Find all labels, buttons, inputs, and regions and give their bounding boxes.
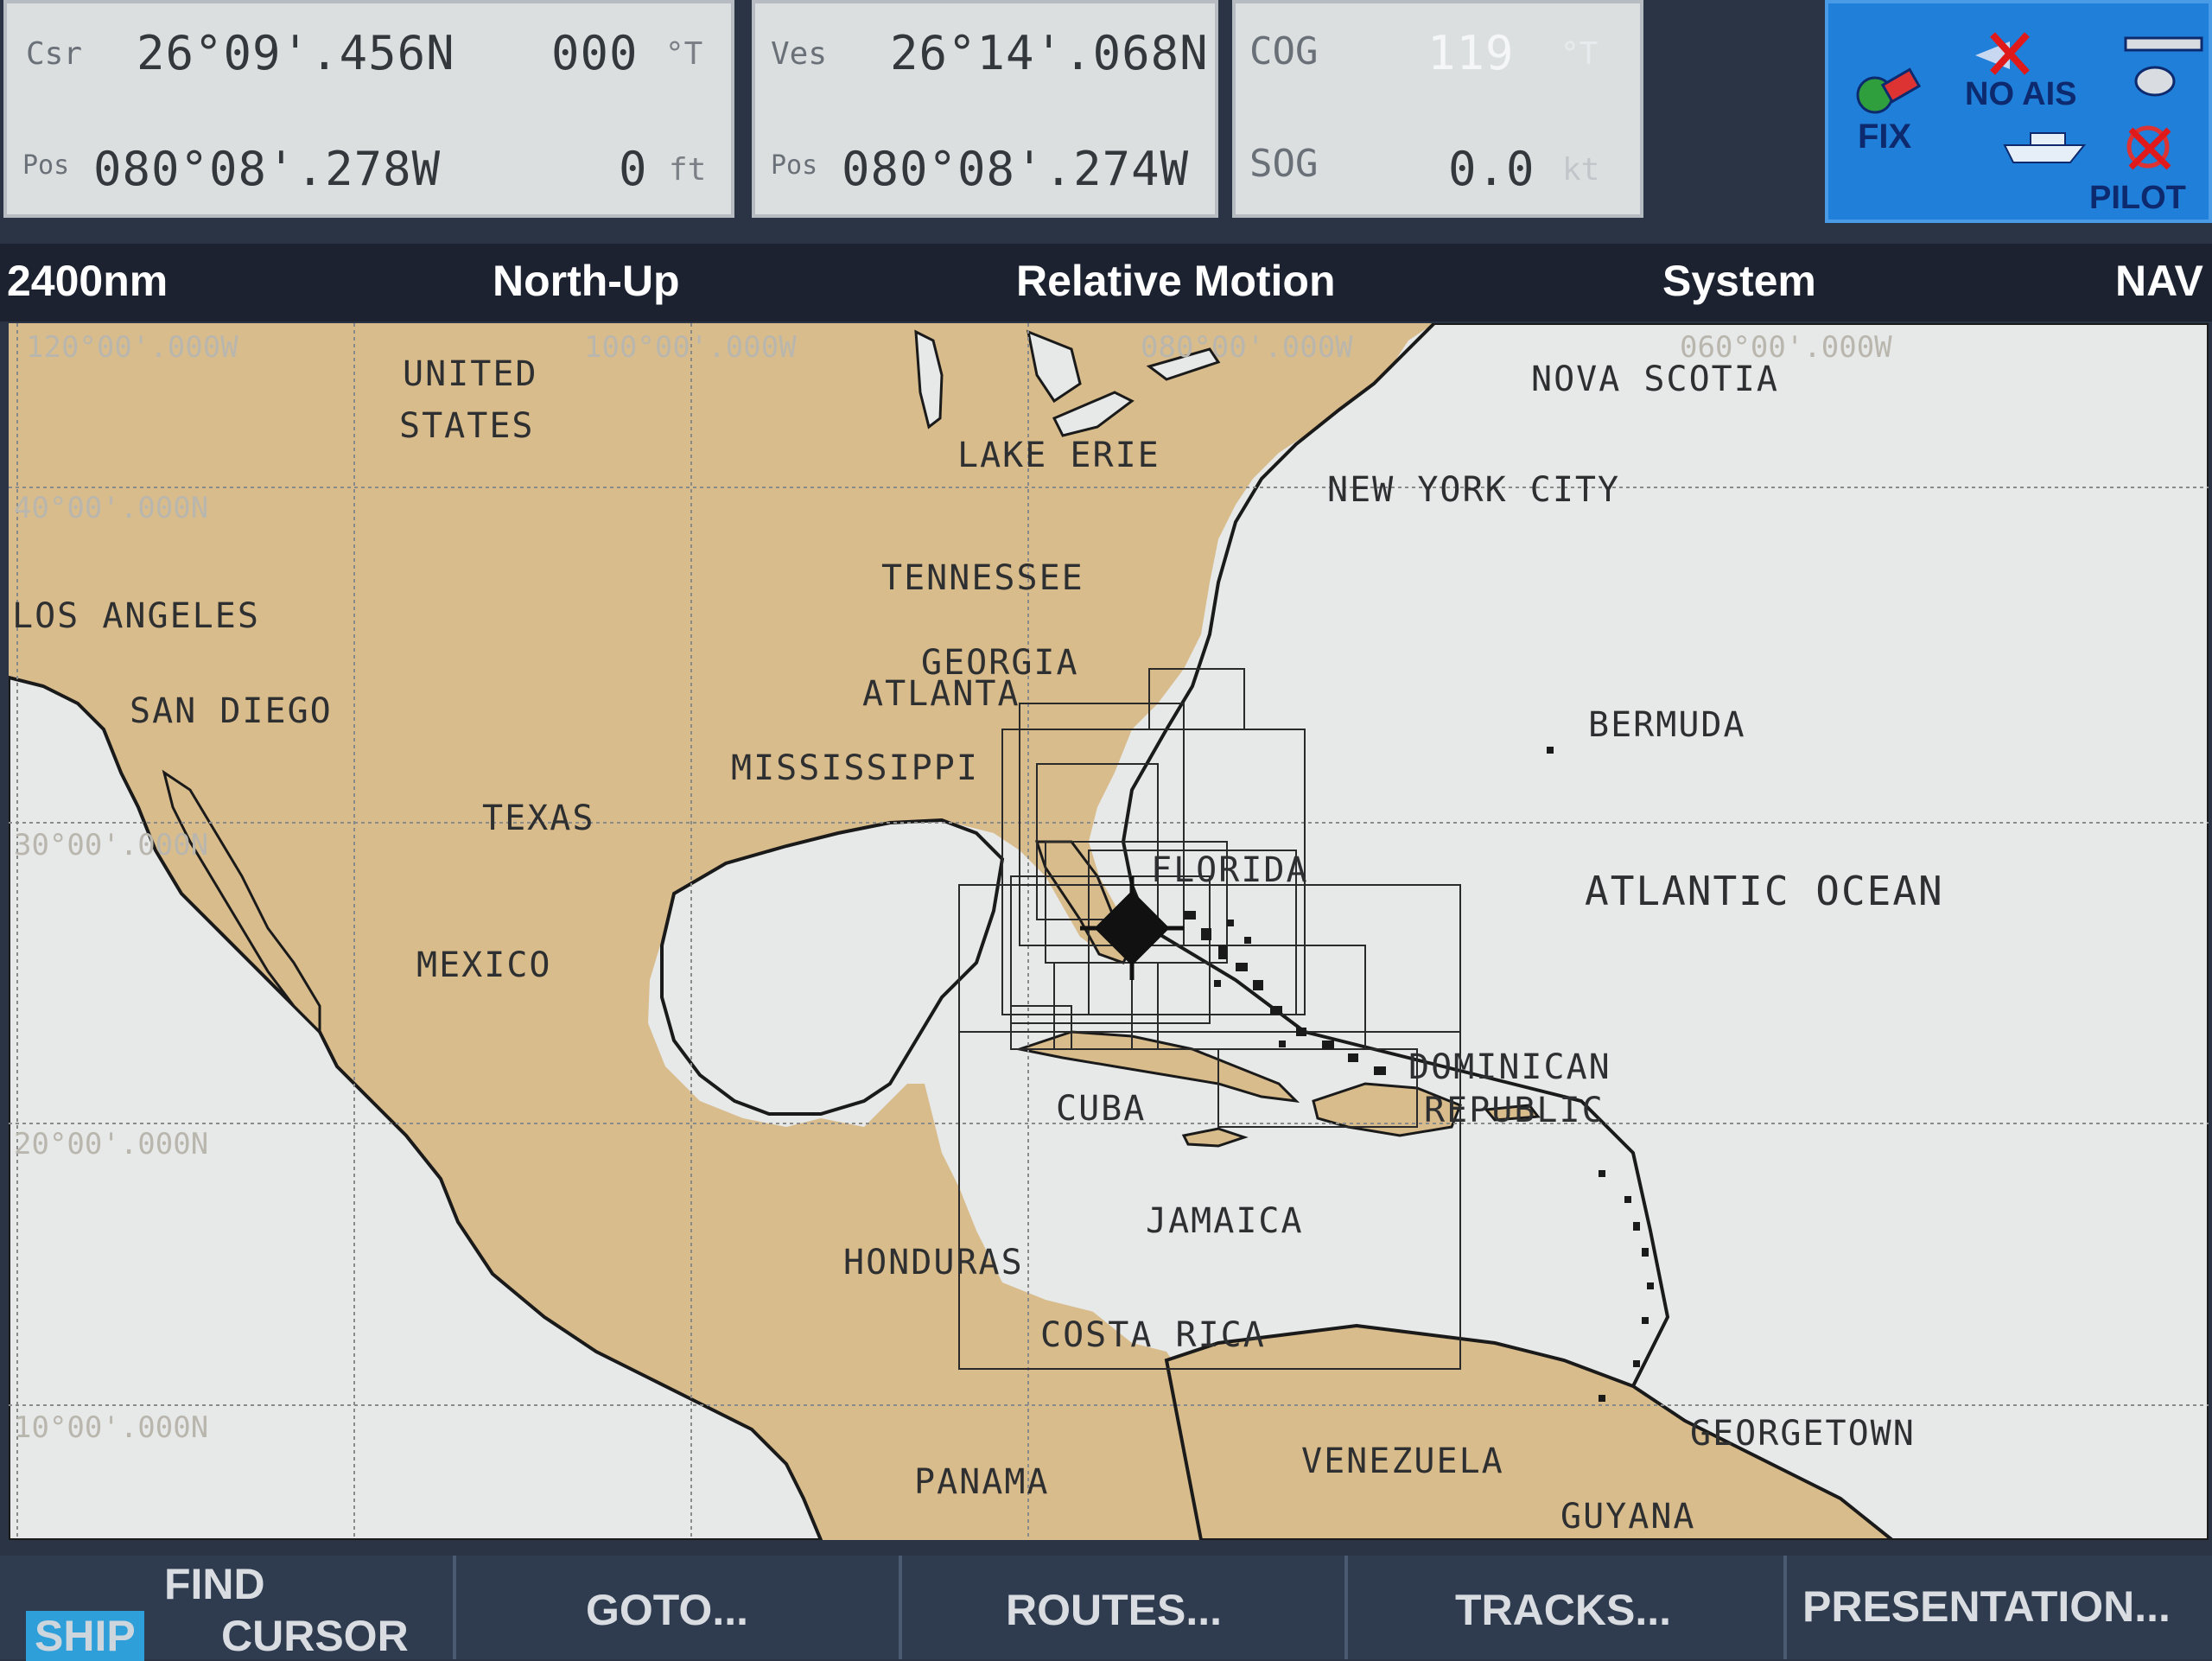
find-label: FIND [164, 1560, 265, 1608]
tracks-button[interactable]: TRACKS... [1348, 1556, 1787, 1659]
label-honduras: HONDURAS [843, 1243, 1024, 1282]
label-atlantic-ocean: ATLANTIC OCEAN [1585, 868, 1944, 914]
label-states: STATES [399, 406, 535, 446]
chart-map[interactable]: 120°00'.000W 100°00'.000W 080°00'.000W 0… [9, 323, 2209, 1540]
label-mexico: MEXICO [416, 945, 552, 985]
chart-system[interactable]: System [1662, 256, 1816, 306]
sog-unit: kt [1562, 152, 1600, 188]
find-ship-cursor-button[interactable]: FIND SHIP CURSOR [0, 1556, 456, 1661]
tracks-label: TRACKS... [1455, 1586, 1671, 1634]
find-ship-option: SHIP [26, 1611, 144, 1661]
cursor-pos-label: Pos [22, 150, 70, 181]
vessel-position-panel: Ves 26°14'.068N Pos 080°08'.274W [752, 0, 1218, 218]
label-georgetown: GEORGETOWN [1690, 1414, 1916, 1454]
chart-motion-mode[interactable]: Relative Motion [1016, 256, 1335, 306]
cursor-longitude: 080°08'.278W [93, 142, 442, 196]
chart-canvas [9, 323, 2209, 1540]
grid-label-lat-10: 10°00'.000N [14, 1410, 209, 1445]
presentation-label: PRESENTATION... [1802, 1582, 2171, 1631]
chart-nav-mode[interactable]: NAV [2115, 256, 2203, 306]
sog-value: 0.0 [1448, 142, 1535, 196]
label-san-diego: SAN DIEGO [130, 691, 333, 731]
cog-label: COG [1249, 29, 1319, 73]
label-venezuela: VENEZUELA [1301, 1441, 1504, 1481]
sog-label: SOG [1249, 142, 1319, 186]
cursor-bearing-unit: °T [665, 36, 703, 72]
cursor-label: Csr [26, 36, 83, 72]
label-lake-erie: LAKE ERIE [957, 436, 1160, 475]
pilot-label: PILOT [2089, 180, 2186, 216]
cog-value: 119 [1427, 26, 1515, 80]
autopilot-icon [2113, 124, 2191, 180]
label-bermuda: BERMUDA [1588, 705, 1746, 745]
label-nova-scotia: NOVA SCOTIA [1531, 360, 1779, 399]
vessel-pos-label: Pos [771, 150, 818, 181]
softkey-bar: FIND SHIP CURSOR GOTO... ROUTES... TRACK… [0, 1556, 2212, 1661]
cursor-bearing: 000 [551, 26, 639, 80]
vessel-longitude: 080°08'.274W [842, 142, 1190, 196]
fix-label: FIX [1858, 118, 1912, 156]
label-florida: FLORIDA [1151, 850, 1309, 890]
label-jamaica: JAMAICA [1146, 1201, 1304, 1241]
grid-label-lon-080: 080°00'.000W [1141, 330, 1353, 365]
label-mississippi: MISSISSIPPI [731, 748, 979, 788]
cursor-position-panel: Csr 26°09'.456N 000 °T Pos 080°08'.278W … [3, 0, 734, 218]
chart-status-bar: 2400nm North-Up Relative Motion System N… [0, 244, 2212, 321]
status-panel[interactable]: FIX NO AIS PILOT [1825, 0, 2212, 223]
chart-range[interactable]: 2400nm [7, 256, 168, 306]
grid-label-lat-30: 30°00'.000N [14, 828, 209, 862]
grid-label-lat-20: 20°00'.000N [14, 1127, 209, 1161]
no-ais-label: NO AIS [1965, 76, 2077, 112]
label-cuba: CUBA [1056, 1089, 1147, 1129]
cog-unit: °T [1560, 36, 1599, 72]
label-republic: REPUBLIC [1424, 1091, 1605, 1130]
goto-button[interactable]: GOTO... [456, 1556, 902, 1659]
routes-button[interactable]: ROUTES... [902, 1556, 1348, 1659]
grid-label-lat-40: 40°00'.000N [14, 491, 209, 525]
vessel-label: Ves [771, 36, 828, 72]
grid-label-lon-100: 100°00'.000W [584, 330, 797, 365]
vessel-icon [2001, 124, 2096, 171]
label-tennessee: TENNESSEE [881, 558, 1084, 598]
cursor-depth-unit: ft [669, 152, 707, 188]
sounder-icon [2120, 33, 2207, 114]
label-dominican: DOMINICAN [1408, 1047, 1611, 1087]
motion-panel: COG 119 °T SOG 0.0 kt [1232, 0, 1643, 218]
vessel-latitude: 26°14'.068N [890, 26, 1209, 80]
find-cursor-option: CURSOR [221, 1612, 409, 1660]
goto-label: GOTO... [586, 1586, 748, 1634]
cursor-latitude: 26°09'.456N [137, 26, 455, 80]
label-new-york-city: NEW YORK CITY [1327, 470, 1621, 510]
grid-label-lon-120: 120°00'.000W [26, 330, 238, 365]
gps-fix-icon [1854, 60, 1923, 124]
chart-orientation[interactable]: North-Up [493, 256, 680, 306]
label-costa-rica: COSTA RICA [1040, 1315, 1266, 1355]
label-los-angeles: LOS ANGELES [12, 596, 260, 636]
label-united: UNITED [403, 354, 538, 394]
label-guyana: GUYANA [1560, 1497, 1696, 1537]
label-panama: PANAMA [914, 1462, 1050, 1502]
label-texas: TEXAS [482, 799, 595, 838]
routes-label: ROUTES... [1006, 1586, 1223, 1634]
label-atlanta: ATLANTA [862, 674, 1020, 714]
presentation-button[interactable]: PRESENTATION... [1787, 1556, 2212, 1659]
cursor-depth: 0 [619, 142, 648, 196]
